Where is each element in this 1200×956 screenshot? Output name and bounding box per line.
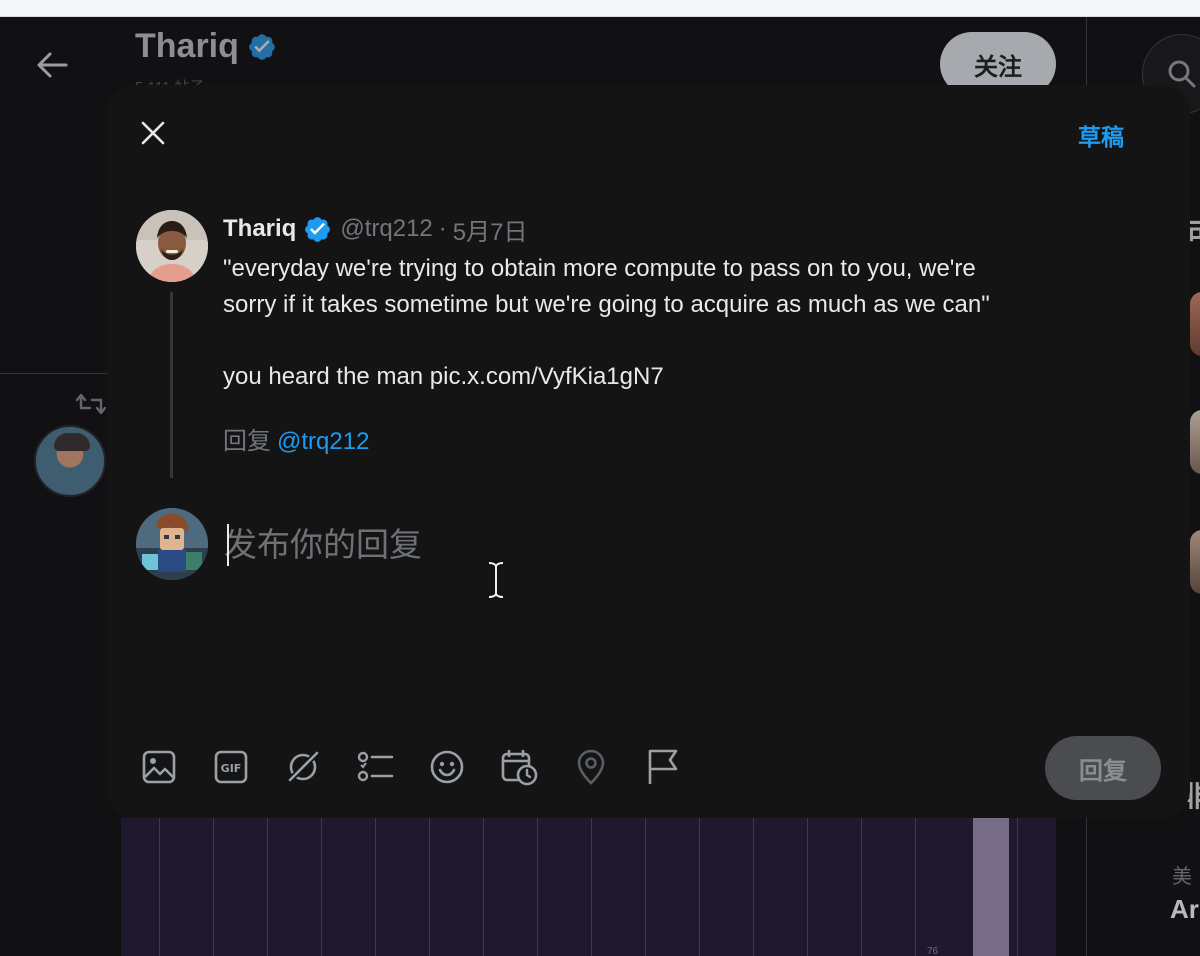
browser-top-strip (0, 0, 1200, 17)
gif-icon[interactable]: GIF (208, 744, 254, 790)
close-button[interactable] (124, 104, 182, 162)
post-text-line: "everyday we're trying to obtain more co… (223, 255, 976, 282)
original-post-header: Thariq @trq212 · 5月7日 (223, 212, 527, 246)
ibeam-cursor-icon (486, 561, 506, 599)
current-user-avatar[interactable] (136, 508, 208, 580)
replying-to: 回复 @trq212 (223, 421, 369, 456)
reply-input[interactable] (224, 520, 1024, 570)
thread-connector-line (170, 292, 173, 478)
original-post-text: "everyday we're trying to obtain more co… (223, 251, 1163, 395)
post-text-line: sorry if it takes sometime but we're goi… (223, 291, 990, 318)
original-author-name[interactable]: Thariq (223, 215, 296, 243)
text-caret (227, 524, 229, 566)
drafts-button[interactable]: 草稿 (1078, 118, 1124, 152)
media-icon[interactable] (136, 744, 182, 790)
emoji-icon[interactable] (424, 744, 470, 790)
original-author-handle[interactable]: @trq212 (340, 215, 432, 243)
original-author-avatar[interactable] (136, 210, 208, 282)
flag-icon[interactable] (640, 744, 686, 790)
svg-text:GIF: GIF (221, 762, 242, 775)
post-date[interactable]: 5月7日 (453, 212, 528, 247)
reply-button[interactable]: 回复 (1045, 736, 1161, 800)
post-text-line: you heard the man pic.x.com/VyfKia1gN7 (223, 363, 664, 390)
grok-icon[interactable] (280, 744, 326, 790)
replying-to-label: 回复 (223, 428, 271, 455)
location-icon[interactable] (568, 744, 614, 790)
separator-dot: · (438, 215, 447, 242)
verified-badge-icon (305, 216, 331, 242)
schedule-icon[interactable] (496, 744, 542, 790)
replying-to-mention[interactable]: @trq212 (277, 428, 369, 455)
poll-icon[interactable] (352, 744, 398, 790)
close-icon (141, 121, 165, 145)
